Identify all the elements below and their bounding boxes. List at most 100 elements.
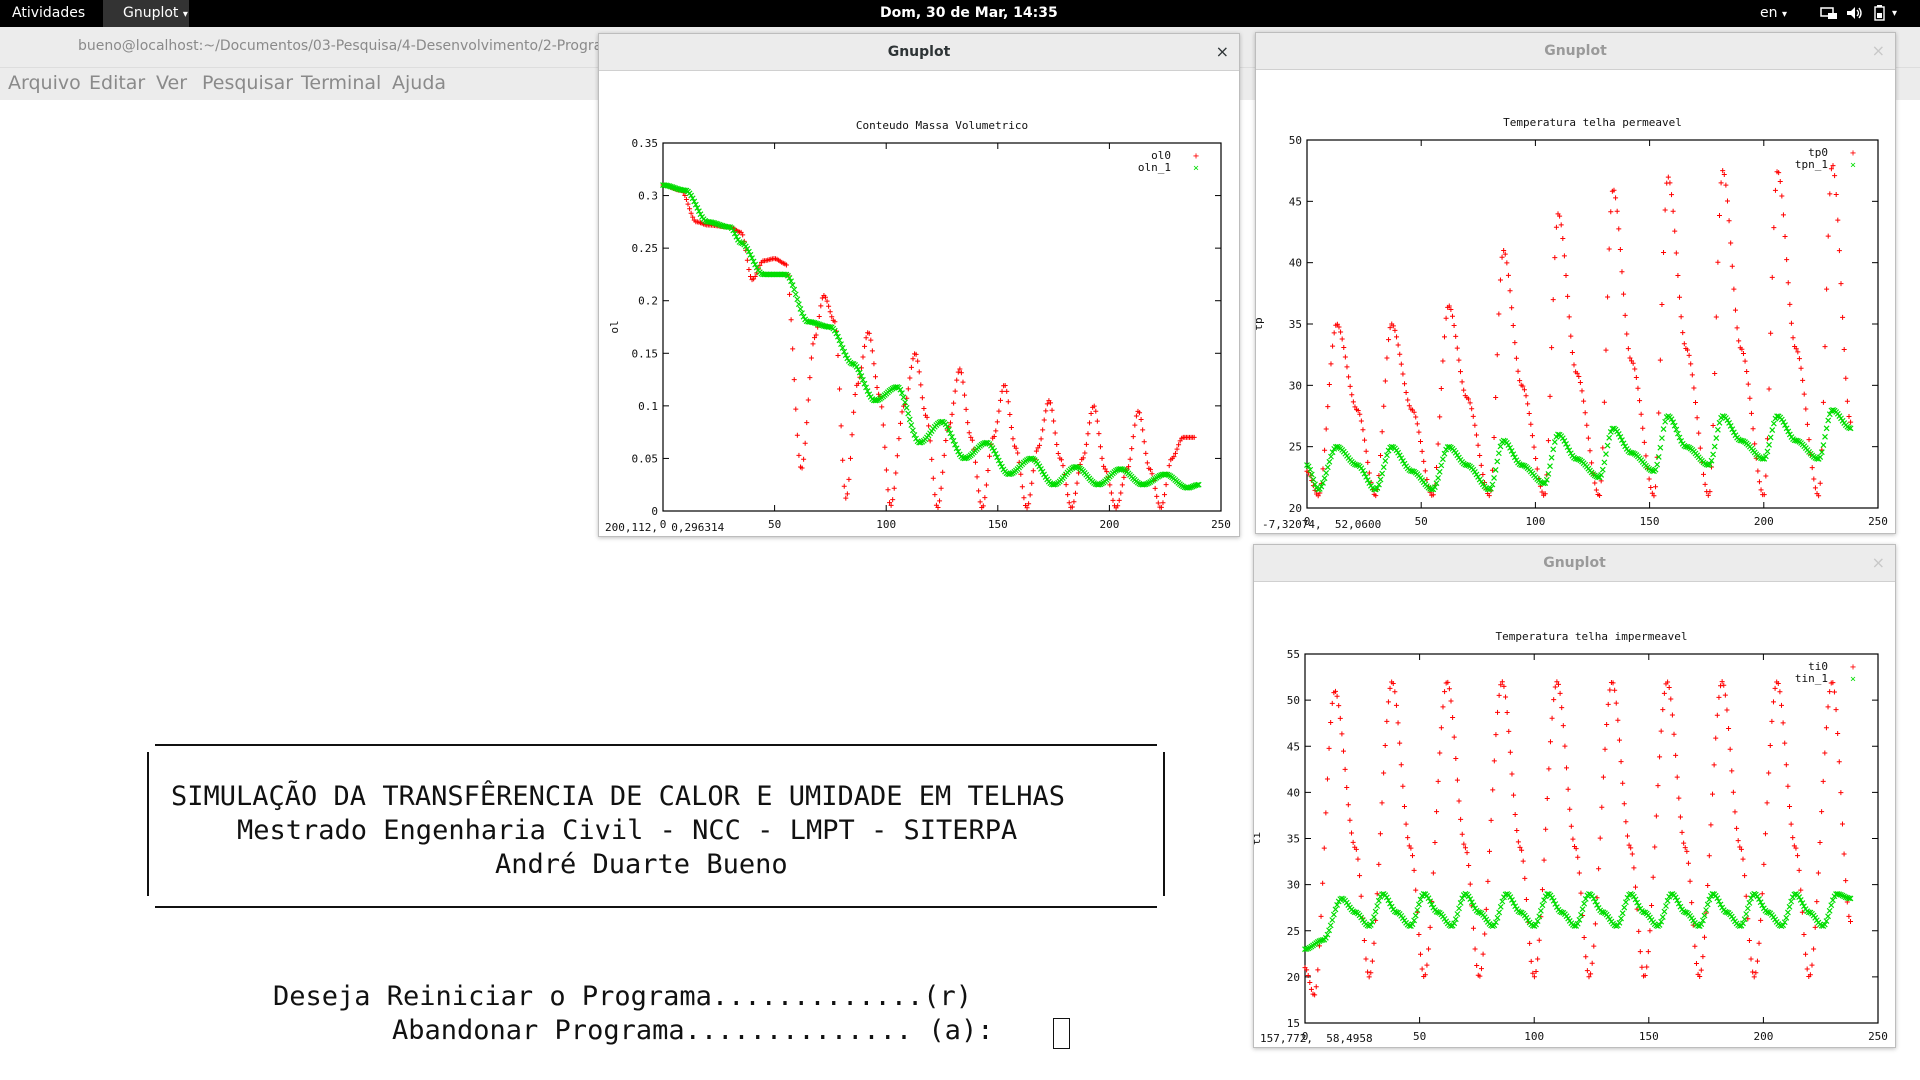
data-point — [1700, 954, 1706, 960]
data-point — [746, 266, 752, 272]
data-point — [962, 392, 968, 398]
data-point — [905, 410, 912, 417]
data-point — [816, 313, 822, 319]
data-point — [1838, 790, 1844, 796]
data-point — [1392, 327, 1398, 333]
data-point — [916, 369, 922, 375]
data-point — [1742, 873, 1748, 879]
data-point — [1675, 273, 1681, 279]
data-point — [860, 354, 866, 360]
chart-temperatura-permeavel[interactable]: Temperatura telha permeavel0 50 100 150 200 2… — [1256, 70, 1895, 528]
data-point — [1402, 381, 1408, 387]
data-point — [1825, 233, 1831, 239]
x-tick-label: 100 — [1525, 515, 1545, 528]
data-point — [849, 432, 855, 438]
data-point — [1360, 427, 1366, 433]
data-point — [1705, 883, 1711, 889]
data-point — [1339, 731, 1345, 737]
data-point — [1783, 914, 1790, 921]
data-point — [1527, 940, 1533, 946]
data-point — [1108, 490, 1114, 496]
data-point — [1798, 887, 1804, 893]
data-point — [1571, 362, 1577, 368]
close-icon[interactable]: × — [1872, 545, 1885, 581]
menu-editar[interactable]: Editar — [89, 72, 145, 94]
activities-button[interactable]: Atividades — [12, 0, 85, 27]
data-point — [1796, 867, 1802, 873]
chart-temperatura-impermeavel[interactable]: Temperatura telha impermeavel0 50 100 150 20… — [1254, 582, 1895, 1042]
data-point — [1560, 236, 1566, 242]
data-point — [1485, 878, 1491, 884]
data-point — [1307, 980, 1313, 986]
data-point — [1496, 692, 1502, 698]
data-point — [1344, 784, 1350, 790]
data-point — [1679, 829, 1685, 835]
data-point — [1710, 423, 1716, 429]
menu-arquivo[interactable]: Arquivo — [8, 72, 81, 94]
battery-icon[interactable] — [1874, 0, 1886, 27]
data-point — [810, 341, 816, 347]
data-point — [1401, 804, 1407, 810]
data-point — [1696, 430, 1702, 436]
data-point — [1379, 429, 1385, 435]
data-point — [1698, 967, 1704, 973]
data-point — [1550, 297, 1556, 303]
data-point — [1636, 928, 1642, 934]
chevron-down-icon[interactable]: ▾ — [1892, 0, 1897, 27]
data-point — [1019, 484, 1025, 490]
data-point — [1403, 390, 1409, 396]
data-point — [1766, 770, 1772, 776]
banner-line-1: SIMULAÇÃO DA TRANSFÊRENCIA DE CALOR E UM… — [171, 781, 1066, 812]
menu-pesquisar[interactable]: Pesquisar — [202, 72, 293, 94]
data-point — [1779, 702, 1785, 708]
data-point — [1497, 443, 1504, 450]
data-point — [1589, 460, 1595, 466]
data-point — [1085, 431, 1091, 437]
gnuplot-window-3[interactable]: Gnuplot × Temperatura telha impermeavel 0… — [1253, 544, 1896, 1048]
data-point — [1577, 379, 1583, 385]
window-titlebar[interactable]: Gnuplot — [1254, 545, 1895, 582]
data-point — [985, 468, 991, 474]
data-point — [869, 348, 875, 354]
data-point — [1403, 821, 1409, 827]
data-point — [1496, 311, 1502, 317]
data-point — [1706, 853, 1712, 859]
menu-ajuda[interactable]: Ajuda — [392, 72, 446, 94]
data-point — [1710, 451, 1717, 458]
gnuplot-window-2[interactable]: Gnuplot × Temperatura telha permeavel 0 50… — [1255, 32, 1896, 534]
data-point — [1341, 748, 1347, 754]
data-point — [1494, 914, 1501, 921]
volume-icon[interactable] — [1846, 0, 1864, 27]
window-titlebar[interactable]: Gnuplot — [599, 34, 1239, 71]
data-point — [1597, 835, 1603, 841]
chart-conteudo-massa[interactable]: Conteudo Massa Volumetrico 0 50 100 150 200 25… — [599, 71, 1239, 531]
menu-terminal[interactable]: Terminal — [301, 72, 381, 94]
window-titlebar[interactable]: Gnuplot — [1256, 33, 1895, 70]
menu-ver[interactable]: Ver — [156, 72, 187, 94]
data-point — [1509, 771, 1515, 777]
data-point — [1844, 398, 1850, 404]
data-point — [1606, 246, 1612, 252]
data-point — [1796, 356, 1802, 362]
close-icon[interactable]: × — [1216, 34, 1229, 70]
data-point — [1459, 831, 1465, 837]
data-point — [1619, 910, 1626, 917]
close-icon[interactable]: × — [1872, 33, 1885, 69]
data-point — [1681, 341, 1687, 347]
data-point — [1323, 810, 1329, 816]
data-point — [1506, 728, 1512, 734]
network-icon[interactable] — [1820, 0, 1838, 27]
data-point — [1822, 344, 1828, 350]
app-menu-button[interactable]: Gnuplot ▾ — [103, 0, 189, 27]
data-point — [1746, 937, 1752, 943]
data-point — [687, 206, 693, 212]
banner-right-rule — [1163, 752, 1165, 896]
data-point — [1328, 361, 1334, 367]
data-point — [1499, 898, 1506, 905]
language-label: en — [1760, 5, 1778, 21]
data-point — [1565, 786, 1571, 792]
language-indicator[interactable]: en ▾ — [1760, 0, 1787, 27]
gnuplot-window-1[interactable]: Gnuplot × Conteudo Massa Volumetrico 0 50 1… — [598, 33, 1240, 537]
y-tick-label: 25 — [1287, 925, 1300, 938]
clock[interactable]: Dom, 30 de Mar, 14:35 — [880, 0, 1058, 27]
